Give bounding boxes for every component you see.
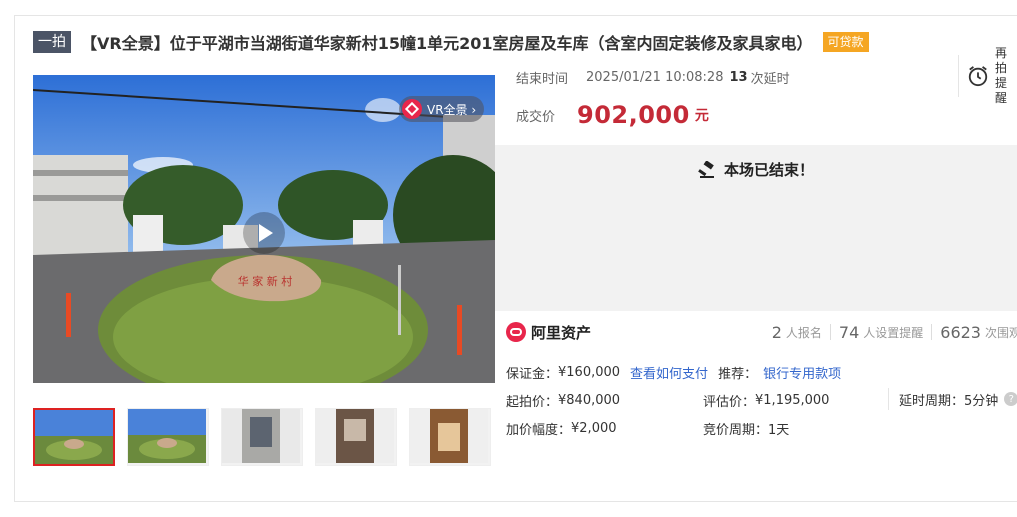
reminder-label: 人设置提醒	[863, 325, 924, 340]
thumbnail-item[interactable]	[33, 408, 115, 466]
help-icon[interactable]: ?	[1004, 392, 1017, 406]
seller-row: 阿里资产 2 人报名 74 人设置提醒 6623 次围观	[506, 318, 1017, 346]
start-price-value: ¥840,000	[558, 393, 621, 408]
delay-period-label: 延时周期：	[899, 393, 965, 409]
appraisal-value: ¥1,195,000	[755, 393, 830, 408]
deposit-label: 保证金：	[506, 367, 559, 382]
re-auction-remind-button[interactable]: 再拍 提醒	[958, 46, 1017, 105]
end-time-label: 结束时间	[516, 71, 569, 87]
end-time-row: 结束时间 2025/01/21 10:08:28 13 次延时	[516, 68, 790, 87]
thumbnail-item[interactable]	[127, 408, 209, 466]
delay-count: 13	[729, 69, 748, 85]
auction-ended-panel: 本场已结束！	[495, 145, 1017, 311]
rock-inscription: 华 家 新 村	[238, 274, 293, 288]
how-to-pay-link[interactable]: 查看如何支付	[630, 363, 708, 382]
loan-badge: 可贷款	[822, 32, 869, 52]
start-price-label: 起拍价：	[506, 395, 559, 410]
recommend-label: 推荐：	[718, 367, 758, 382]
auction-round-tag: 一拍	[33, 31, 71, 53]
thumbnail-item[interactable]	[221, 408, 303, 466]
ali-assets-logo-icon	[506, 322, 526, 342]
play-icon[interactable]	[243, 212, 285, 254]
bid-period-item: 竞价周期： 1天	[703, 419, 789, 438]
view-count: 6623	[940, 322, 981, 342]
increment-item: 加价幅度： ¥2,000	[506, 419, 617, 438]
deposit-value: ¥160,000	[558, 365, 621, 380]
delay-suffix: 次延时	[750, 71, 790, 87]
thumbnail-item[interactable]	[315, 408, 397, 466]
alarm-clock-icon	[968, 66, 988, 87]
view-label: 次围观	[984, 325, 1017, 340]
signup-count: 2	[771, 322, 782, 342]
delay-period-item: 延时周期： 5分钟 ?	[888, 388, 1017, 410]
thumbnail-strip	[33, 408, 503, 466]
title-row: 一拍 【VR全景】位于平湖市当湖街道华家新村15幢1单元201室房屋及车库（含室…	[33, 30, 869, 54]
bank-payment-link[interactable]: 银行专用款项	[763, 363, 841, 382]
appraisal-label: 评估价：	[703, 395, 756, 410]
thumbnail-item[interactable]	[409, 408, 491, 466]
signup-label: 人报名	[785, 325, 822, 340]
deal-price-unit: 元	[694, 108, 709, 124]
seller-name: 阿里资产	[531, 323, 592, 342]
page-title: 【VR全景】位于平湖市当湖街道华家新村15幢1单元201室房屋及车库（含室内固定…	[81, 34, 813, 53]
deal-price-value: 902,000	[577, 101, 690, 129]
bid-period-value: 1天	[768, 423, 790, 438]
bid-period-label: 竞价周期：	[703, 423, 769, 438]
auction-stats: 2 人报名 74 人设置提醒 6623 次围观	[772, 318, 1017, 346]
start-price-item: 起拍价： ¥840,000	[506, 391, 620, 410]
deal-price-row: 成交价 902,000 元	[516, 100, 709, 130]
auction-ended-text: 本场已结束！	[723, 161, 814, 179]
remind-label-2: 提醒	[995, 76, 1008, 105]
vr-panorama-button[interactable]: VR全景 ›	[399, 96, 485, 122]
increment-value: ¥2,000	[571, 421, 617, 436]
appraisal-item: 评估价： ¥1,195,000	[703, 391, 829, 410]
vr-icon	[402, 99, 422, 119]
reminder-count: 74	[838, 322, 860, 342]
deal-price-label: 成交价	[516, 109, 556, 125]
vr-label: VR全景 ›	[427, 102, 477, 117]
increment-label: 加价幅度：	[506, 423, 572, 438]
remind-label-1: 再拍	[995, 46, 1008, 75]
deposit-row: 保证金： ¥160,000 查看如何支付 推荐： 银行专用款项	[506, 363, 841, 382]
delay-period-value: 5分钟	[964, 393, 999, 409]
end-time-value: 2025/01/21 10:08:28	[586, 69, 724, 85]
gavel-icon	[698, 160, 714, 178]
